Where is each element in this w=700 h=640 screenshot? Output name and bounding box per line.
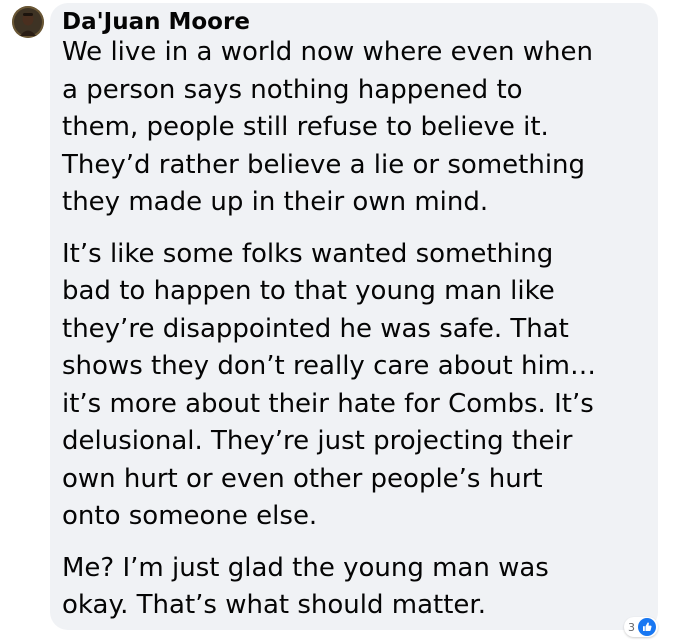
comment-paragraph-2: It’s like some folks wanted something ba… (62, 238, 597, 532)
comment: Da'Juan Moore We live in a world now whe… (0, 0, 700, 640)
author-name[interactable]: Da'Juan Moore (62, 9, 646, 36)
reaction-summary[interactable]: 3 (624, 617, 658, 637)
user-avatar[interactable] (12, 6, 44, 38)
comment-bubble: Da'Juan Moore We live in a world now whe… (50, 3, 658, 630)
reaction-count: 3 (628, 620, 635, 634)
comment-paragraph-1: We live in a world now where even when a… (62, 37, 593, 217)
avatar-image (12, 6, 44, 38)
like-icon (638, 618, 656, 636)
comment-paragraph-3: Me? I’m just glad the young man was okay… (62, 552, 549, 621)
